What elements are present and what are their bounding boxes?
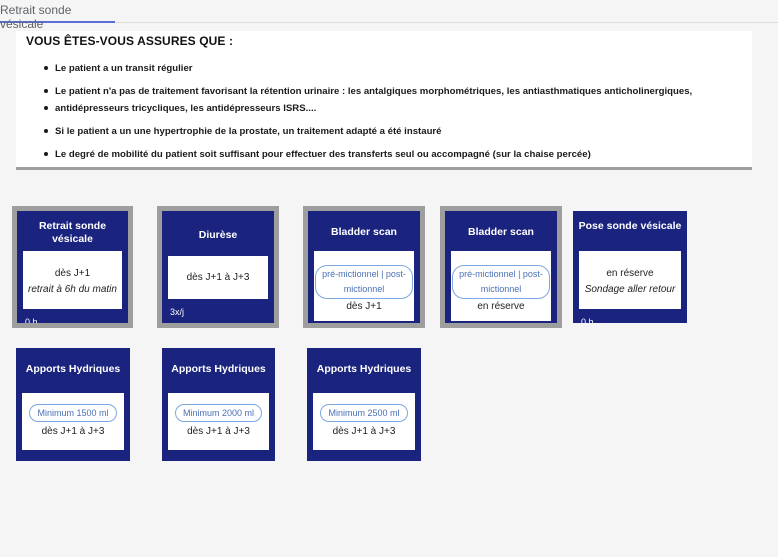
card-title: Apports Hydriques	[171, 363, 266, 375]
checklist-item-continuation: antidépresseurs tricycliques, les antidé…	[55, 103, 317, 114]
card-diurese[interactable]: Diurèse dès J+1 à J+3 3x/j	[157, 206, 279, 328]
card-bladder-scan-1[interactable]: Bladder scan pré-mictionnel | post-micti…	[303, 206, 425, 328]
card-line: dès J+1 à J+3	[186, 272, 250, 283]
prescription-badge: pré-mictionnel | post-mictionnel	[452, 265, 550, 299]
checklist-item: Si le patient a un une hypertrophie de l…	[44, 123, 744, 140]
checklist-item: Le patient a un transit régulier	[44, 60, 744, 77]
card-body: pré-mictionnel | post-mictionnel dès J+1	[314, 251, 414, 321]
card-title: Bladder scan	[331, 226, 397, 238]
checklist-title: VOUS ÊTES-VOUS ASSURES QUE :	[26, 34, 234, 48]
card-retrait-sonde[interactable]: Retrait sonde vésicale dès J+1 retrait à…	[12, 206, 133, 328]
checklist-item: Le degré de mobilité du patient soit suf…	[44, 146, 744, 163]
card-body: Minimum 2000 ml dès J+1 à J+3	[168, 393, 269, 450]
card-title: Apports Hydriques	[316, 363, 412, 375]
card-line: dès J+1 à J+3	[332, 426, 396, 437]
card-title: Pose sonde vésicale	[578, 220, 682, 232]
card-body: dès J+1 retrait à 6h du matin	[23, 251, 122, 309]
card-body: dès J+1 à J+3	[168, 256, 268, 299]
tab-bar: Retrait sonde vésicale	[0, 0, 778, 31]
card-apports-2500[interactable]: Apports Hydriques Minimum 2500 ml dès J+…	[307, 348, 421, 461]
tab-retrait-sonde[interactable]: Retrait sonde vésicale	[0, 0, 115, 31]
card-body: en réserve Sondage aller retour	[579, 251, 681, 309]
checklist: Le patient a un transit régulier Le pati…	[44, 60, 744, 163]
card-line-italic: retrait à 6h du matin	[28, 284, 117, 295]
checklist-item: Le patient n'a pas de traitement favoris…	[44, 83, 744, 100]
card-line-italic: Sondage aller retour	[584, 284, 676, 295]
card-footer: 0 h	[581, 317, 594, 323]
card-footer: 0 h	[25, 317, 38, 323]
checklist-item-continued: antidépresseurs tricycliques, les antidé…	[44, 100, 744, 117]
checklist-panel: VOUS ÊTES-VOUS ASSURES QUE : Le patient …	[16, 31, 752, 170]
card-apports-2000[interactable]: Apports Hydriques Minimum 2000 ml dès J+…	[162, 348, 275, 461]
card-body: Minimum 1500 ml dès J+1 à J+3	[22, 393, 124, 450]
card-title: Apports Hydriques	[25, 363, 121, 375]
card-apports-1500[interactable]: Apports Hydriques Minimum 1500 ml dès J+…	[16, 348, 130, 461]
card-line: en réserve	[477, 301, 525, 312]
quantity-badge: Minimum 2000 ml	[174, 404, 263, 422]
card-title: Bladder scan	[468, 226, 534, 238]
card-line: dès J+1	[346, 301, 382, 312]
quantity-badge: Minimum 1500 ml	[29, 404, 117, 422]
card-line: dès J+1	[54, 268, 91, 279]
card-body: pré-mictionnel | post-mictionnel en rése…	[451, 251, 551, 321]
card-line: dès J+1 à J+3	[187, 426, 250, 437]
prescription-badge: pré-mictionnel | post-mictionnel	[315, 265, 413, 299]
card-title: Diurèse	[198, 229, 238, 241]
card-footer: 3x/j	[170, 307, 185, 317]
quantity-badge: Minimum 2500 ml	[320, 404, 408, 422]
card-title: Retrait sonde vésicale	[38, 220, 107, 245]
card-body: Minimum 2500 ml dès J+1 à J+3	[313, 393, 415, 450]
card-line: en réserve	[606, 268, 654, 279]
card-pose-sonde[interactable]: Pose sonde vésicale en réserve Sondage a…	[573, 211, 687, 323]
card-line: dès J+1 à J+3	[41, 426, 105, 437]
card-bladder-scan-2[interactable]: Bladder scan pré-mictionnel | post-micti…	[440, 206, 562, 328]
